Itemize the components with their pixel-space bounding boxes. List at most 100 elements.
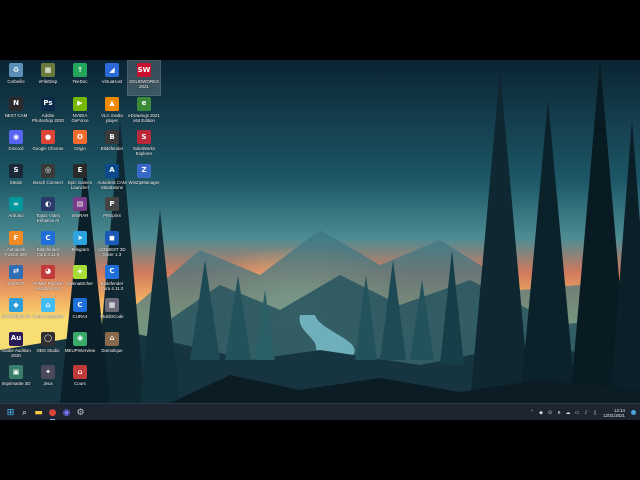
cura-icon: C [41, 231, 55, 245]
desktop-shortcut[interactable]: ♻ Corbeille [0, 61, 32, 95]
desktop-shortcut[interactable]: ⌂ Cours [64, 363, 96, 397]
audition-icon: Au [9, 331, 23, 346]
desktop-shortcut[interactable]: e eDrawings 2021 x64 Edition [128, 95, 160, 129]
battery-icon[interactable]: ▯ [592, 410, 598, 416]
desktop-shortcut-label: Jeux [43, 381, 53, 387]
bluetooth-icon[interactable]: ʙ [556, 410, 562, 416]
teedoc-icon: ↑ [73, 63, 87, 77]
desktop-shortcut[interactable]: ◯ OBS Studio [32, 330, 64, 364]
desktop-shortcut-label: MultiOCode [100, 314, 124, 320]
desktop-shortcut[interactable]: C CURA4 [64, 296, 96, 330]
taskbar-clock[interactable]: 12:14 12/31/2021 [603, 408, 625, 418]
desktop-shortcut[interactable]: F Autodesk Fusion 360 [0, 229, 32, 263]
desktop-shortcut[interactable]: ➤ Telegram [64, 229, 96, 263]
topaz-icon: ◐ [41, 197, 55, 212]
desktop-shortcut-label: WinSCP [7, 280, 25, 286]
desktop-shortcut[interactable]: SW SOLIDWORKS 2021 [127, 60, 161, 96]
desktop-shortcut[interactable]: ▦ eFileDisp [32, 61, 64, 95]
desktop-shortcut[interactable]: S Steam [0, 162, 32, 196]
desktop-shortcut[interactable]: Z WinZipManager [128, 162, 160, 196]
home-course-icon: ⌂ [73, 365, 87, 380]
desktop-shortcut[interactable]: ⌂ Home Assistant [32, 296, 64, 330]
winscp-icon: ⇄ [9, 264, 23, 279]
obs-icon: ◯ [41, 331, 55, 346]
desktop-shortcut[interactable]: N NEXT CAM [0, 95, 32, 129]
desktop-shortcut[interactable]: ◉ MEUPInterview [64, 330, 96, 364]
efile-icon: ▦ [41, 63, 55, 77]
camera-app-icon[interactable]: ◉ [61, 407, 72, 418]
desktop-shortcut[interactable]: ▦ MultiOCode [96, 296, 128, 330]
desktop-shortcut-label: CHITUBOX 64 [1, 314, 31, 320]
desktop-shortcut[interactable]: ◆ CHITUBOX 64 [0, 296, 32, 330]
desktop-shortcut[interactable]: O Origin [64, 128, 96, 162]
chrome-icon[interactable]: ● [47, 407, 58, 420]
search-icon[interactable]: ⌕ [19, 407, 30, 418]
home-assistant-icon: ⌂ [41, 298, 55, 313]
desktop-shortcut-label: Bitdefender [100, 146, 124, 152]
settings-gear-icon[interactable]: ⚙ [75, 407, 86, 418]
app-tray-icon[interactable]: ⊙ [547, 410, 553, 416]
desktop-shortcut[interactable]: ⌂ Domotique [96, 330, 128, 364]
steam-icon: S [9, 163, 23, 178]
desktop-shortcut[interactable]: ↑ TeeDoc [64, 61, 96, 95]
desktop-shortcut-label: SOLIDWORKS 2021 [129, 79, 159, 89]
onedrive-icon[interactable]: ☁ [565, 410, 571, 416]
desktop-shortcut[interactable]: Ps Adobe Photoshop 2020 [32, 95, 64, 129]
notification-icon[interactable] [631, 410, 636, 415]
desktop-shortcut[interactable]: ✦ Jeux [32, 363, 64, 397]
network-icon[interactable]: ▭ [574, 410, 580, 416]
desktop-shortcut[interactable]: P PRSprint [96, 195, 128, 229]
desktop-shortcut[interactable]: ▣ Imprimante 3D [0, 363, 32, 397]
desktop-shortcut-label: Epic Games Launcher [68, 179, 92, 190]
desktop-shortcut-label: Bitdefender Cura 4.11.0 [36, 247, 60, 257]
desktop-icon-grid: ♻ Corbeille N NEXT CAM ◉ Discord S Steam ∞ Arduin… [0, 60, 170, 403]
desktop-shortcut[interactable]: ◎ Bosch Connect [32, 162, 64, 196]
desktop-shortcut[interactable]: ◕ AOMEI Partition Assistant 9.8 [32, 263, 64, 297]
desktop-shortcut[interactable]: C Bitdefender Cura 4.11.0 [96, 263, 128, 297]
desktop-shortcut[interactable]: C Bitdefender Cura 4.11.0 [32, 229, 64, 263]
tray-icons: ˄ ◆ ⊙ ʙ ☁ ▭ ♪ ▯ [529, 410, 598, 416]
recycle-bin-icon: ♻ [9, 63, 23, 77]
desktop-shortcut-label: Origin [74, 146, 86, 152]
solidworks-icon: SW [137, 63, 151, 77]
desktop-shortcut-label: Autodesk Fusion 360 [5, 247, 27, 257]
desktop-shortcut-label: eFileDisp [38, 79, 58, 84]
desktop-shortcut[interactable]: B Bitdefender [96, 128, 128, 162]
volume-icon[interactable]: ♪ [583, 410, 589, 416]
desktop-shortcut-label: TeeDoc [72, 79, 88, 84]
desktop-shortcut[interactable]: ◈ balenaEtcher [64, 263, 96, 297]
desktop-shortcut-label: WinRAR [71, 213, 89, 219]
etcher-icon: ◈ [73, 264, 87, 279]
desktop-shortcut-label: Discord [8, 146, 24, 152]
fusion-360-icon: F [9, 231, 23, 245]
desktop-shortcut[interactable]: S SolidWorks Explorer [128, 128, 160, 162]
desktop-shortcut[interactable]: AAutodesk CAM Standalone Software [96, 162, 128, 196]
desktop-shortcut[interactable]: ▤ WinRAR [64, 195, 96, 229]
desktop-shortcut[interactable]: Au Adobe Audition 2020 [0, 330, 32, 364]
desktop-shortcut[interactable]: ◢ VirtuaHost [96, 61, 128, 95]
chevron-up-icon[interactable]: ˄ [529, 410, 535, 416]
desktop-shortcut[interactable]: ▲ VLC media player [96, 95, 128, 129]
origin-icon: O [73, 130, 87, 145]
file-explorer-icon[interactable]: ▬ [33, 407, 44, 418]
windows-start-icon[interactable]: ⊞ [5, 407, 16, 418]
desktop-shortcut[interactable]: ◼ LCNBEST 3D Slicer 1.3 [96, 229, 128, 263]
desktop-shortcut-label: OBS Studio [36, 347, 60, 353]
desktop-shortcut-label: eDrawings 2021 x64 Edition [128, 112, 160, 123]
desktop-shortcut[interactable]: ▶NVIDIA GeForce Experience [64, 95, 96, 129]
desktop-shortcut[interactable]: ● Google Chrome [32, 128, 64, 162]
desktop-shortcut[interactable]: ∞ Arduino [0, 195, 32, 229]
printer-3d-icon: ▣ [9, 365, 23, 380]
desktop-shortcut[interactable]: ◉ Discord [0, 128, 32, 162]
desktop-shortcut-label: Corbeille [7, 79, 25, 84]
desktop-shortcut-label: MEUPInterview [64, 347, 96, 353]
desktop-shortcut-label: Steam [9, 179, 23, 185]
chitubox-icon: ◆ [9, 298, 23, 313]
desktop-shortcut[interactable]: ◐ Topaz Video Enhance AI [32, 195, 64, 229]
security-icon[interactable]: ◆ [538, 410, 544, 416]
desktop-shortcut[interactable]: ⇄ WinSCP [0, 263, 32, 297]
desktop-shortcut[interactable]: E Epic Games Launcher [64, 162, 96, 196]
desktop-shortcut-label: LCNBEST 3D Slicer 1.3 [98, 247, 126, 257]
aomei-icon: ◕ [41, 264, 55, 279]
cura-alt-icon: C [105, 264, 119, 279]
